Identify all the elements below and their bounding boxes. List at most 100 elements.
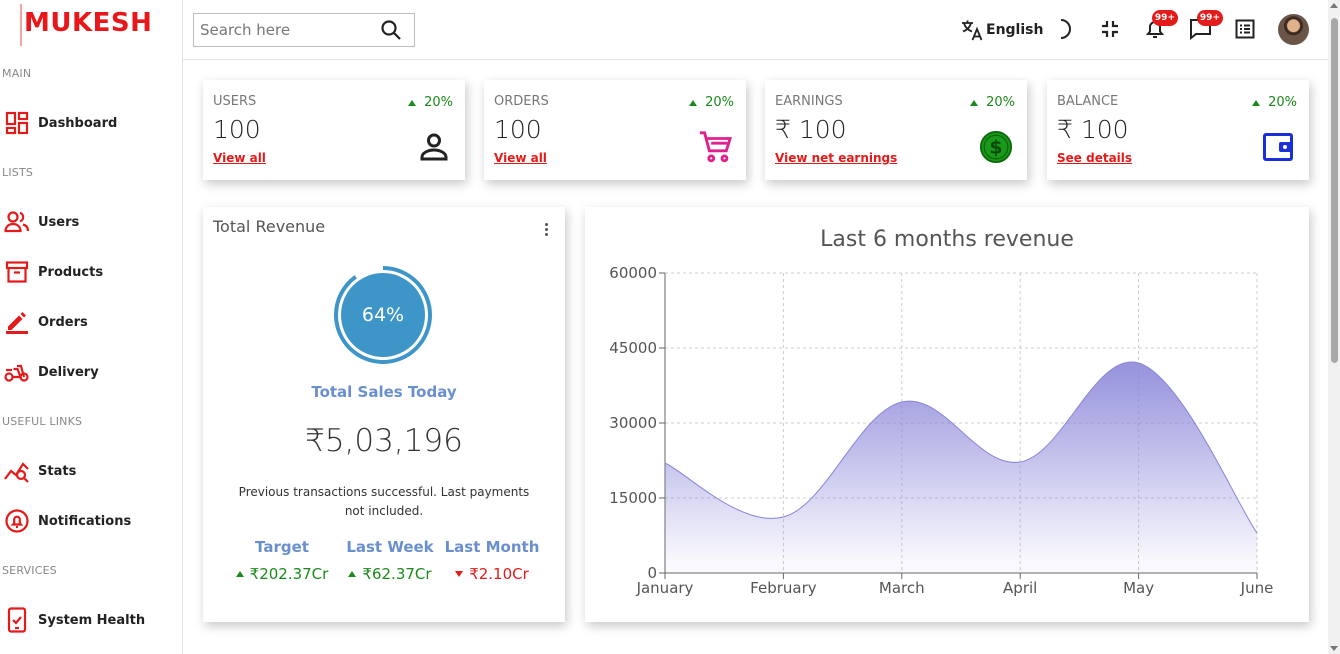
dark-mode-icon[interactable] [1053, 16, 1079, 42]
transactions-note: Previous transactions successful. Last p… [238, 485, 530, 518]
sidebar-item-label: System Health [38, 612, 146, 628]
sidebar-item-dashboard[interactable]: Dashboard [4, 107, 176, 139]
sidebar-item-label: Delivery [38, 364, 99, 380]
orders-icon [4, 309, 30, 335]
sidebar-item-notifications[interactable]: Notifications [4, 505, 176, 537]
users-icon [4, 209, 30, 235]
search-icon[interactable] [380, 19, 402, 41]
x-tick-label: January [636, 579, 694, 597]
logo[interactable]: MUKESH [24, 8, 152, 38]
sidebar-item-label: Users [38, 214, 80, 230]
search-box [193, 13, 415, 47]
sidebar-item-delivery[interactable]: Delivery [4, 356, 176, 388]
widget-link[interactable]: View net earnings [775, 151, 897, 165]
sidebar-item-products[interactable]: Products [4, 256, 176, 288]
sidebar: MUKESH MAIN Dashboard LISTS Users Produc… [0, 0, 183, 654]
topbar: English 99+ 99+ [183, 0, 1328, 60]
products-icon [4, 259, 30, 285]
wallet-icon [1261, 130, 1295, 164]
widget-link[interactable]: View all [494, 151, 547, 165]
sidebar-item-users[interactable]: Users [4, 206, 176, 238]
y-tick-label: 45000 [609, 339, 657, 357]
sidebar-item-orders[interactable]: Orders [4, 306, 176, 338]
section-title-lists: LISTS [2, 166, 34, 179]
kpi-label: Last Month [444, 538, 540, 556]
scroll-up-arrow-icon[interactable] [1330, 3, 1338, 8]
arrow-up-icon [348, 571, 357, 577]
progress-label: 64% [361, 304, 405, 326]
widget-title: EARNINGS [775, 94, 843, 109]
widget-link[interactable]: See details [1057, 151, 1132, 165]
sidebar-item-label: Orders [38, 314, 88, 330]
sidebar-item-label: Stats [38, 463, 77, 479]
widget-percent: 20% [1252, 95, 1297, 110]
x-tick-label: June [1240, 579, 1274, 597]
widget-link[interactable]: View all [213, 151, 266, 165]
kpi-last-month: Last Month ₹2.10Cr [437, 538, 547, 583]
total-revenue-card: Total Revenue 64% Total Sales Today ₹5,0… [203, 207, 565, 622]
cart-icon [698, 130, 732, 164]
revenue-chart-card: Last 6 months revenue 0 15000 30000 45000 60… [585, 207, 1309, 622]
x-tick-label: May [1123, 579, 1154, 597]
card-title: Total Revenue [213, 217, 326, 236]
kpi-value: ₹62.37Cr [335, 565, 445, 583]
dollar-icon: $ [979, 130, 1013, 164]
section-title-services: SERVICES [2, 564, 57, 577]
avatar[interactable] [1278, 14, 1309, 45]
arrow-down-icon [455, 571, 464, 577]
x-tick-label: February [750, 579, 817, 597]
y-tick-label: 15000 [609, 489, 657, 507]
fullscreen-exit-icon[interactable] [1097, 16, 1123, 42]
logo-divider [20, 4, 22, 46]
total-sales-label: Total Sales Today [311, 383, 457, 401]
notifications-bell-icon[interactable]: 99+ [1142, 10, 1178, 42]
messages-icon[interactable]: 99+ [1187, 10, 1223, 42]
widget-value: 100 [213, 115, 261, 144]
page-scrollbar[interactable] [1328, 0, 1340, 654]
widget-title: USERS [213, 94, 257, 109]
y-tick-label: 60000 [609, 264, 657, 282]
sidebar-item-system-health[interactable]: System Health [4, 604, 176, 636]
widget-balance: BALANCE 20% ₹ 100 See details [1047, 80, 1309, 180]
notification-badge: 99+ [1151, 10, 1178, 26]
widget-value: ₹ 100 [1057, 115, 1129, 144]
widget-percent: 20% [970, 95, 1015, 110]
scroll-down-arrow-icon[interactable] [1330, 646, 1338, 651]
dashboard-icon [4, 110, 30, 136]
section-title-main: MAIN [2, 67, 32, 80]
arrow-up-icon [235, 571, 244, 577]
x-tick-label: April [1003, 579, 1037, 597]
list-icon[interactable] [1232, 16, 1258, 42]
widget-title: ORDERS [494, 94, 549, 109]
widget-percent: 20% [408, 95, 453, 110]
widget-earnings: EARNINGS 20% ₹ 100 View net earnings $ [765, 80, 1027, 180]
x-tick-label: March [879, 579, 925, 597]
sidebar-item-stats[interactable]: Stats [4, 455, 176, 487]
kpi-last-week: Last Week ₹62.37Cr [335, 538, 445, 583]
sidebar-item-label: Notifications [38, 513, 132, 529]
section-title-useful-links: USEFUL LINKS [2, 415, 83, 428]
arrow-up-icon [408, 99, 417, 106]
y-tick-label: 30000 [609, 414, 657, 432]
revenue-area-chart: 015000300004500060000January February Marc… [609, 264, 1274, 597]
kpi-target: Target ₹202.37Cr [227, 538, 337, 583]
arrow-up-icon [689, 99, 698, 106]
widget-value: 100 [494, 115, 542, 144]
system-health-icon [4, 607, 30, 633]
kpi-value: ₹2.10Cr [437, 565, 547, 583]
language-selector[interactable]: English [958, 12, 1043, 48]
messages-badge: 99+ [1196, 10, 1223, 26]
arrow-up-icon [970, 99, 979, 106]
translate-icon [960, 18, 984, 42]
widget-users: USERS 20% 100 View all [203, 80, 465, 180]
search-input[interactable] [194, 15, 380, 45]
sidebar-item-label: Dashboard [38, 115, 118, 131]
scrollbar-thumb[interactable] [1331, 18, 1338, 363]
kpi-value: ₹202.37Cr [227, 565, 337, 583]
total-sales-amount: ₹5,03,196 [305, 423, 463, 459]
user-icon [417, 130, 451, 164]
widget-percent: 20% [689, 95, 734, 110]
kpi-label: Target [255, 538, 309, 556]
more-options-icon[interactable] [545, 223, 549, 238]
sidebar-item-label: Products [38, 264, 104, 280]
